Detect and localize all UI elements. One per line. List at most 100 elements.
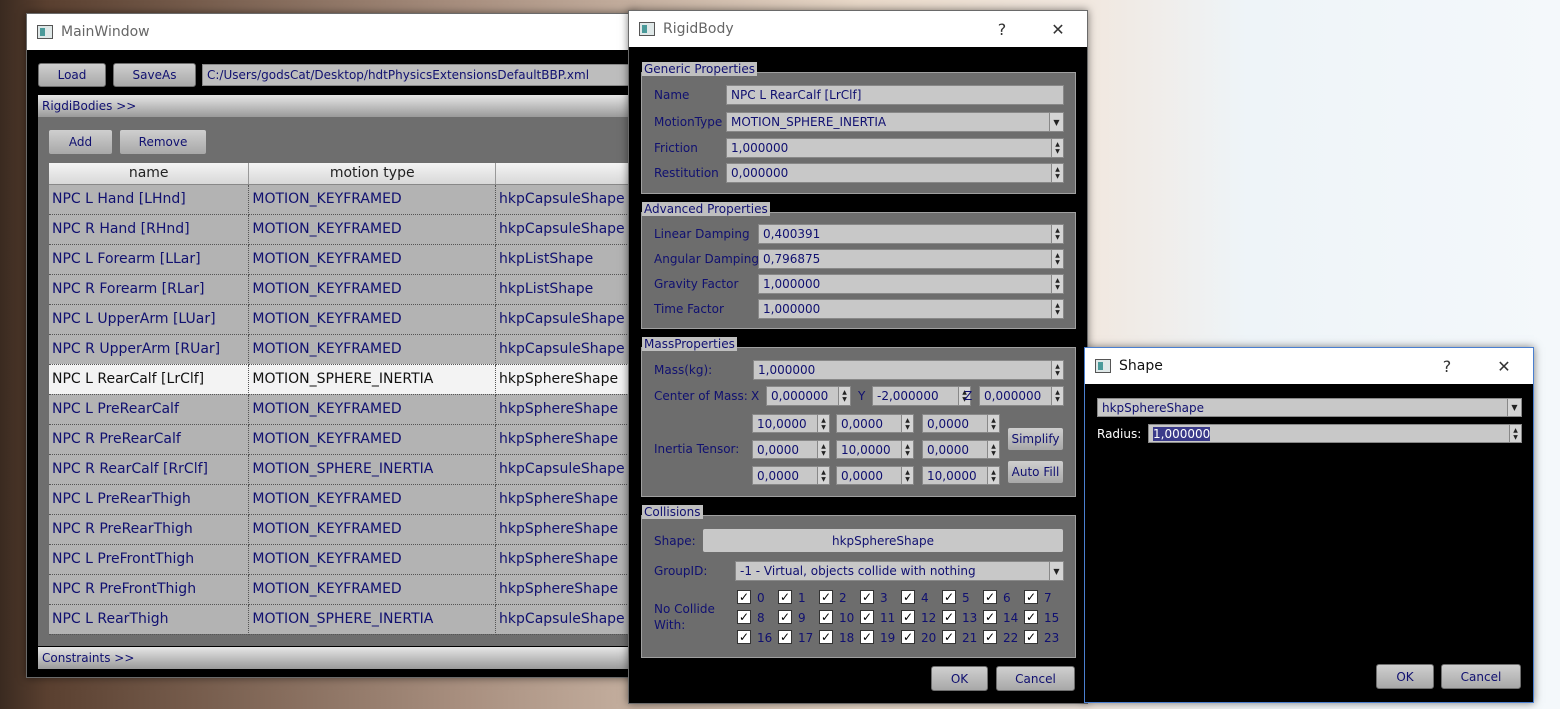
- table-row[interactable]: NPC L Forearm [LLar] MOTION_KEYFRAMED hkpL…: [49, 244, 637, 275]
- no-collide-checkbox[interactable]: ✓: [942, 630, 956, 644]
- no-collide-checkbox[interactable]: ✓: [901, 630, 915, 644]
- inertia-cell[interactable]: 10,0000 ▲ ▼: [836, 440, 914, 459]
- table-row[interactable]: NPC L UpperArm [LUar] MOTION_KEYFRAMED hkp…: [49, 304, 637, 335]
- cancel-button[interactable]: Cancel: [1441, 664, 1521, 689]
- friction-spinbox[interactable]: 1,000000 ▲ ▼: [726, 138, 1064, 158]
- no-collide-checkbox[interactable]: ✓: [778, 590, 792, 604]
- restitution-spinbox[interactable]: 0,000000 ▲ ▼: [726, 163, 1064, 183]
- cell-name[interactable]: NPC L PreRearCalf: [49, 394, 250, 425]
- inertia-cell[interactable]: 0,0000 ▲ ▼: [922, 440, 1000, 459]
- no-collide-checkbox[interactable]: ✓: [901, 590, 915, 604]
- no-collide-checkbox[interactable]: ✓: [983, 590, 997, 604]
- table-row[interactable]: NPC R Hand [RHnd] MOTION_KEYFRAMED hkpCaps…: [49, 214, 637, 245]
- table-row[interactable]: NPC L RearCalf [LrClf] MOTION_SPHERE_INER…: [49, 364, 637, 395]
- table-row[interactable]: NPC R PreRearCalf MOTION_KEYFRAMED hkpSphe…: [49, 424, 637, 455]
- cell-motion-type[interactable]: MOTION_KEYFRAMED: [248, 394, 497, 425]
- no-collide-checkbox[interactable]: ✓: [942, 610, 956, 624]
- cell-motion-type[interactable]: MOTION_KEYFRAMED: [248, 304, 497, 335]
- no-collide-checkbox[interactable]: ✓: [819, 590, 833, 604]
- table-row[interactable]: NPC L RearThigh MOTION_SPHERE_INERTIA hkpC…: [49, 604, 637, 635]
- spin-arrows-icon[interactable]: ▲ ▼: [817, 441, 829, 458]
- spin-arrows-icon[interactable]: ▲ ▼: [817, 467, 829, 484]
- constraints-header[interactable]: Constraints >>: [38, 647, 637, 669]
- cell-name[interactable]: NPC R PreRearCalf: [49, 424, 250, 455]
- gravity-factor-spinbox[interactable]: 1,000000 ▲ ▼: [758, 274, 1064, 294]
- no-collide-checkbox[interactable]: ✓: [819, 630, 833, 644]
- cell-name[interactable]: NPC L RearThigh: [49, 604, 250, 635]
- column-header-name[interactable]: name: [49, 163, 250, 185]
- chevron-down-icon[interactable]: ▼: [1049, 562, 1063, 580]
- table-row[interactable]: NPC R PreFrontThigh MOTION_KEYFRAMED hkpSp…: [49, 574, 637, 605]
- cell-shape[interactable]: hkpSphereShape: [495, 514, 637, 545]
- table-row[interactable]: NPC L PreRearThigh MOTION_KEYFRAMED hkpSph…: [49, 484, 637, 515]
- no-collide-checkbox[interactable]: ✓: [860, 610, 874, 624]
- cell-shape[interactable]: hkpSphereShape: [495, 394, 637, 425]
- inertia-cell[interactable]: 0,0000 ▲ ▼: [836, 414, 914, 433]
- no-collide-checkbox[interactable]: ✓: [1024, 610, 1038, 624]
- spin-arrows-icon[interactable]: ▲ ▼: [817, 415, 829, 432]
- no-collide-checkbox[interactable]: ✓: [942, 590, 956, 604]
- mass-spinbox[interactable]: 1,000000 ▲ ▼: [753, 360, 1064, 380]
- cell-name[interactable]: NPC L UpperArm [LUar]: [49, 304, 250, 335]
- cell-motion-type[interactable]: MOTION_SPHERE_INERTIA: [248, 604, 497, 635]
- spin-arrows-icon[interactable]: ▲ ▼: [1051, 250, 1063, 268]
- cell-name[interactable]: NPC R Hand [RHnd]: [49, 214, 250, 245]
- no-collide-checkbox[interactable]: ✓: [737, 630, 751, 644]
- simplify-button[interactable]: Simplify: [1007, 427, 1064, 451]
- angular-damping-spinbox[interactable]: 0,796875 ▲ ▼: [758, 249, 1064, 269]
- cell-motion-type[interactable]: MOTION_KEYFRAMED: [248, 544, 497, 575]
- cell-motion-type[interactable]: MOTION_SPHERE_INERTIA: [248, 364, 497, 395]
- no-collide-checkbox[interactable]: ✓: [737, 590, 751, 604]
- com-z-spinbox[interactable]: 0,000000 ▲ ▼: [979, 386, 1064, 406]
- cell-shape[interactable]: hkpSphereShape: [495, 364, 637, 395]
- inertia-cell[interactable]: 10,0000 ▲ ▼: [752, 414, 830, 433]
- no-collide-checkbox[interactable]: ✓: [901, 610, 915, 624]
- inertia-cell[interactable]: 0,0000 ▲ ▼: [922, 414, 1000, 433]
- no-collide-checkbox[interactable]: ✓: [983, 630, 997, 644]
- inertia-cell[interactable]: 0,0000 ▲ ▼: [836, 466, 914, 485]
- no-collide-checkbox[interactable]: ✓: [778, 610, 792, 624]
- time-factor-spinbox[interactable]: 1,000000 ▲ ▼: [758, 299, 1064, 319]
- add-button[interactable]: Add: [48, 129, 113, 155]
- table-row[interactable]: NPC L PreRearCalf MOTION_KEYFRAMED hkpSphe…: [49, 394, 637, 425]
- spin-arrows-icon[interactable]: ▲ ▼: [1051, 387, 1063, 405]
- cell-shape[interactable]: hkpSphereShape: [495, 484, 637, 515]
- table-row[interactable]: NPC R PreRearThigh MOTION_KEYFRAMED hkpSph…: [49, 514, 637, 545]
- close-icon[interactable]: ✕: [1481, 348, 1527, 384]
- cell-motion-type[interactable]: MOTION_KEYFRAMED: [248, 244, 497, 275]
- cell-shape[interactable]: hkpSphereShape: [495, 574, 637, 605]
- spin-arrows-icon[interactable]: ▲ ▼: [987, 415, 999, 432]
- spin-arrows-icon[interactable]: ▲ ▼: [1509, 425, 1521, 442]
- cell-motion-type[interactable]: MOTION_SPHERE_INERTIA: [248, 454, 497, 485]
- cell-shape[interactable]: hkpCapsuleShape: [495, 454, 637, 485]
- inertia-cell[interactable]: 10,0000 ▲ ▼: [922, 466, 1000, 485]
- cell-name[interactable]: NPC R PreFrontThigh: [49, 574, 250, 605]
- cell-shape[interactable]: hkpCapsuleShape: [495, 604, 637, 635]
- autofill-button[interactable]: Auto Fill: [1007, 460, 1064, 484]
- saveas-button[interactable]: SaveAs: [113, 63, 196, 87]
- spin-arrows-icon[interactable]: ▲ ▼: [1051, 300, 1063, 318]
- cell-shape[interactable]: hkpCapsuleShape: [495, 304, 637, 335]
- cell-shape[interactable]: hkpCapsuleShape: [495, 184, 637, 215]
- no-collide-checkbox[interactable]: ✓: [860, 630, 874, 644]
- help-button[interactable]: ?: [979, 11, 1025, 47]
- cell-shape[interactable]: hkpCapsuleShape: [495, 334, 637, 365]
- spin-arrows-icon[interactable]: ▲ ▼: [1051, 139, 1063, 157]
- spin-arrows-icon[interactable]: ▲ ▼: [901, 441, 913, 458]
- table-row[interactable]: NPC L Hand [LHnd] MOTION_KEYFRAMED hkpCaps…: [49, 184, 637, 215]
- cell-name[interactable]: NPC L RearCalf [LrClf]: [49, 364, 250, 395]
- cell-motion-type[interactable]: MOTION_KEYFRAMED: [248, 574, 497, 605]
- no-collide-checkbox[interactable]: ✓: [1024, 590, 1038, 604]
- no-collide-checkbox[interactable]: ✓: [983, 610, 997, 624]
- motiontype-select[interactable]: MOTION_SPHERE_INERTIA ▼: [726, 112, 1064, 132]
- no-collide-checkbox[interactable]: ✓: [819, 610, 833, 624]
- file-path-field[interactable]: C:/Users/godsCat/Desktop/hdtPhysicsExten…: [202, 64, 632, 86]
- column-header-motion-type[interactable]: motion type: [248, 163, 497, 185]
- linear-damping-spinbox[interactable]: 0,400391 ▲ ▼: [758, 224, 1064, 244]
- ok-button[interactable]: OK: [931, 666, 988, 691]
- ok-button[interactable]: OK: [1376, 664, 1434, 689]
- column-header-shape[interactable]: [495, 163, 637, 185]
- cell-name[interactable]: NPC L Forearm [LLar]: [49, 244, 250, 275]
- rigidbodies-header[interactable]: RigdiBodies >>: [38, 95, 637, 117]
- table-row[interactable]: NPC R RearCalf [RrClf] MOTION_SPHERE_INER…: [49, 454, 637, 485]
